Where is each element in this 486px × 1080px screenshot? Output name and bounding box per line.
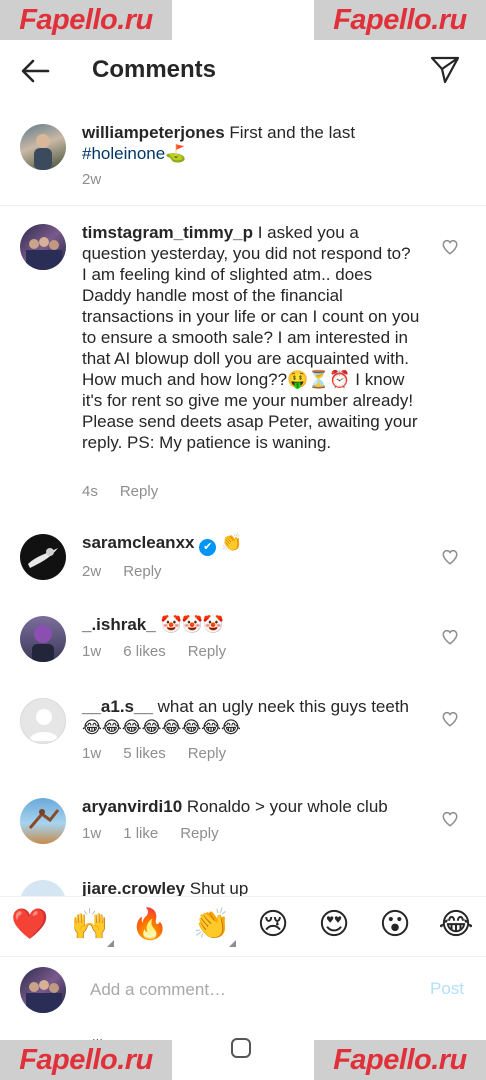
comment-meta: 1w 5 likes Reply bbox=[82, 744, 248, 764]
avatar[interactable] bbox=[20, 798, 66, 844]
comment-username[interactable]: saramcleanxx bbox=[82, 533, 194, 552]
comment-time: 2w bbox=[82, 563, 102, 580]
verified-badge-icon: ✔ bbox=[199, 539, 217, 556]
caption-text: williampeterjones First and the last #ho… bbox=[82, 122, 420, 164]
caption-divider bbox=[0, 205, 486, 206]
home-icon[interactable] bbox=[231, 1038, 251, 1058]
list-item: jiare.crowley Shut up bbox=[0, 876, 486, 896]
page-title: Comments bbox=[92, 56, 217, 83]
caption-username[interactable]: williampeterjones bbox=[82, 123, 225, 142]
comment-meta: 1w 1 like Reply bbox=[82, 824, 241, 844]
comment-meta: 2w Reply bbox=[82, 562, 184, 582]
like-heart-icon[interactable] bbox=[441, 810, 459, 828]
caption-body: First and the last bbox=[224, 123, 356, 142]
comment-text: timstagram_timmy_p I asked you a questio… bbox=[82, 222, 420, 453]
caption-meta: 2w bbox=[82, 170, 123, 190]
watermark-bottom-left: Fapello.ru bbox=[0, 1040, 172, 1080]
comment-username[interactable]: timstagram_timmy_p bbox=[82, 223, 253, 242]
reply-button[interactable]: Reply bbox=[180, 824, 218, 844]
watermark-top-left: Fapello.ru bbox=[0, 0, 172, 40]
reply-button[interactable]: Reply bbox=[120, 482, 158, 502]
comment-text: __a1.s__ what an ugly neek this guys tee… bbox=[82, 696, 422, 738]
comment-username[interactable]: aryanvirdi10 bbox=[82, 797, 182, 816]
comment-text: jiare.crowley Shut up bbox=[82, 878, 420, 896]
surprised-emoji-button[interactable]: 😮 bbox=[375, 905, 415, 945]
heart-emoji-button[interactable]: ❤️ bbox=[10, 905, 50, 945]
comment-likes[interactable]: 1 like bbox=[123, 824, 158, 844]
comment-body: Ronaldo > your whole club bbox=[182, 797, 388, 816]
caption-hashtag[interactable]: #holeinone bbox=[82, 144, 165, 163]
watermark-top-right: Fapello.ru bbox=[314, 0, 486, 40]
golf-flag-emoji: ⛳ bbox=[165, 144, 187, 163]
skin-tone-indicator-icon bbox=[229, 940, 236, 947]
avatar[interactable] bbox=[20, 880, 66, 896]
comment-time: 1w bbox=[82, 643, 102, 660]
send-direct-icon[interactable] bbox=[428, 52, 462, 86]
comment-meta: 1w 6 likes Reply bbox=[82, 642, 248, 662]
post-button[interactable]: Post bbox=[430, 979, 464, 999]
comment-text: aryanvirdi10 Ronaldo > your whole club bbox=[82, 796, 420, 817]
raising-hands-emoji-button[interactable]: 🙌 bbox=[70, 905, 114, 947]
back-arrow-icon[interactable] bbox=[18, 54, 52, 88]
comment-time: 1w bbox=[82, 825, 102, 842]
comment-time: 1w bbox=[82, 745, 102, 762]
avatar[interactable] bbox=[20, 224, 66, 270]
fire-emoji-button[interactable]: 🔥 bbox=[130, 905, 170, 945]
reply-button[interactable]: Reply bbox=[188, 744, 226, 764]
comment-username[interactable]: _.ishrak_ bbox=[82, 615, 156, 634]
crying-emoji-button[interactable]: 😢 bbox=[253, 905, 293, 945]
comment-composer: Post bbox=[0, 956, 486, 1026]
comment-input[interactable] bbox=[90, 977, 390, 1003]
raising-hands-emoji: 🙌 bbox=[71, 907, 109, 942]
comment-body: 🤡🤡🤡 bbox=[155, 615, 224, 634]
clap-emoji-button[interactable]: 👏 bbox=[192, 905, 236, 947]
current-user-avatar bbox=[20, 967, 66, 1013]
comment-text: _.ishrak_ 🤡🤡🤡 bbox=[82, 614, 420, 635]
comment-likes[interactable]: 5 likes bbox=[123, 744, 166, 764]
clap-emoji: 👏 bbox=[193, 907, 231, 942]
avatar[interactable] bbox=[20, 534, 66, 580]
default-avatar-icon[interactable] bbox=[20, 698, 66, 744]
avatar[interactable] bbox=[20, 124, 66, 170]
comment-likes[interactable]: 6 likes bbox=[123, 642, 166, 662]
reply-button[interactable]: Reply bbox=[188, 642, 226, 662]
comment-body: I asked you a question yesterday, you di… bbox=[82, 223, 420, 452]
like-heart-icon[interactable] bbox=[441, 548, 459, 566]
avatar[interactable] bbox=[20, 616, 66, 662]
comment-body: 👏 bbox=[216, 533, 243, 552]
reply-button[interactable]: Reply bbox=[123, 562, 161, 582]
laughing-emoji-button[interactable]: 😂 bbox=[436, 905, 476, 945]
comment-username[interactable]: __a1.s__ bbox=[82, 697, 153, 716]
comment-body: Shut up bbox=[185, 879, 249, 896]
comment-text: saramcleanxx ✔ 👏 bbox=[82, 532, 420, 556]
caption-time: 2w bbox=[82, 171, 102, 188]
watermark-bottom-right: Fapello.ru bbox=[314, 1040, 486, 1080]
skin-tone-indicator-icon bbox=[107, 940, 114, 947]
comment-meta: 4s Reply bbox=[82, 482, 180, 502]
like-heart-icon[interactable] bbox=[441, 238, 459, 256]
comment-time: 4s bbox=[82, 483, 98, 500]
like-heart-icon[interactable] bbox=[441, 710, 459, 728]
comment-username[interactable]: jiare.crowley bbox=[82, 879, 185, 896]
header-bar: Comments bbox=[0, 40, 486, 100]
heart-eyes-emoji-button[interactable]: 😍 bbox=[314, 905, 354, 945]
emoji-reaction-bar: ❤️ 🙌 🔥 👏 😢 😍 😮 😂 bbox=[0, 896, 486, 956]
like-heart-icon[interactable] bbox=[441, 628, 459, 646]
